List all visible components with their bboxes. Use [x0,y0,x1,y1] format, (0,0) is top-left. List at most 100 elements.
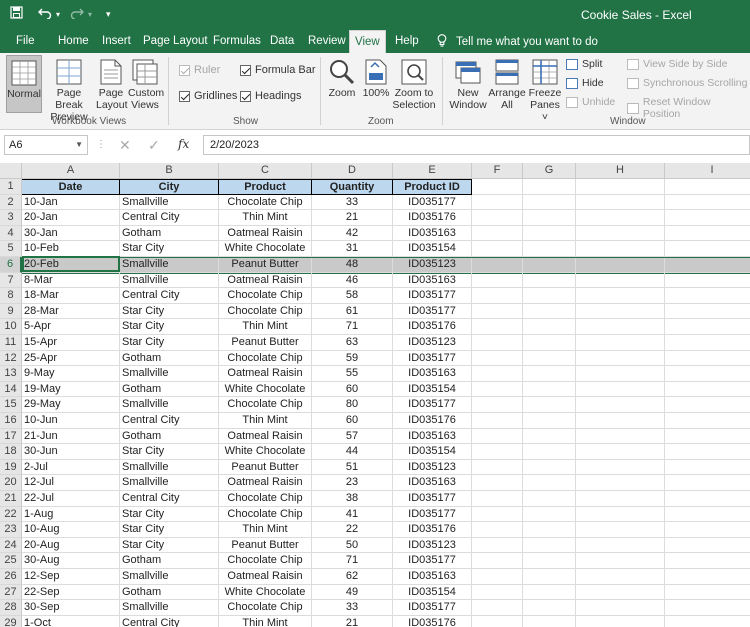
unhide-button[interactable]: Unhide [566,96,615,108]
empty-cell[interactable] [576,459,665,476]
table-cell[interactable]: 55 [312,366,393,382]
column-header-e[interactable]: E [393,163,472,179]
table-cell[interactable]: 80 [312,397,393,413]
table-cell[interactable]: 23 [312,475,393,491]
empty-cell[interactable] [472,459,523,476]
row-header[interactable]: 1 [0,179,22,195]
empty-cell[interactable] [576,335,665,351]
empty-cell[interactable] [576,225,665,242]
empty-cell[interactable] [523,584,576,601]
empty-cell[interactable] [576,397,665,413]
empty-cell[interactable] [665,553,750,569]
empty-cell[interactable] [472,319,523,335]
table-cell[interactable]: ID035177 [393,397,472,413]
table-cell[interactable]: Star City [120,506,219,523]
table-cell[interactable]: 29-May [22,397,120,413]
empty-cell[interactable] [523,413,576,429]
table-cell[interactable]: 20-Aug [22,537,120,554]
row-header[interactable]: 3 [0,210,22,226]
table-cell[interactable]: 60 [312,413,393,429]
empty-cell[interactable] [472,288,523,304]
empty-cell[interactable] [472,506,523,523]
empty-cell[interactable] [472,537,523,554]
row-header[interactable]: 21 [0,491,22,507]
empty-cell[interactable] [472,350,523,367]
empty-cell[interactable] [472,366,523,382]
insert-function-button[interactable]: fx [178,137,189,151]
table-cell[interactable]: 15-Apr [22,335,120,351]
table-cell[interactable]: Oatmeal Raisin [219,272,312,289]
column-header-a[interactable]: A [22,163,120,179]
row-header[interactable]: 20 [0,475,22,491]
table-cell[interactable]: Chocolate Chip [219,303,312,320]
row-header[interactable]: 18 [0,444,22,460]
empty-cell[interactable] [665,507,750,523]
table-cell[interactable]: Peanut Butter [219,537,312,554]
table-cell[interactable]: Chocolate Chip [219,350,312,367]
table-cell[interactable]: ID035176 [393,413,472,429]
page-layout-view-button[interactable]: Page Layout [96,59,128,111]
empty-cell[interactable] [523,225,576,242]
row-header[interactable]: 17 [0,428,22,445]
table-cell[interactable]: Oatmeal Raisin [219,475,312,491]
table-cell[interactable]: ID035176 [393,210,472,226]
empty-cell[interactable] [523,615,576,627]
empty-cell[interactable] [665,444,750,460]
empty-cell[interactable] [576,569,665,585]
empty-cell[interactable] [665,195,750,211]
empty-cell[interactable] [576,584,665,601]
table-cell[interactable]: 30-Jun [22,444,120,460]
table-cell[interactable]: 58 [312,288,393,304]
empty-cell[interactable] [665,491,750,507]
table-cell[interactable]: Peanut Butter [219,459,312,476]
empty-cell[interactable] [665,413,750,429]
tab-review[interactable]: Review [308,34,346,53]
table-cell[interactable]: ID035123 [393,257,472,273]
empty-cell[interactable] [472,179,523,195]
empty-cell[interactable] [523,444,576,460]
table-cell[interactable]: 33 [312,600,393,616]
table-header-cell[interactable]: Date [22,179,120,195]
row-header[interactable]: 29 [0,615,22,627]
empty-cell[interactable] [665,335,750,351]
empty-cell[interactable] [576,428,665,445]
empty-cell[interactable] [665,429,750,445]
table-cell[interactable]: 62 [312,569,393,585]
table-header-cell[interactable]: Product [219,179,312,195]
empty-cell[interactable] [472,257,523,273]
table-cell[interactable]: Smallville [120,475,219,491]
row-header[interactable]: 27 [0,584,22,601]
empty-cell[interactable] [523,210,576,226]
tab-insert[interactable]: Insert [102,34,131,53]
empty-cell[interactable] [523,491,576,507]
tab-view[interactable]: View [349,30,386,54]
empty-cell[interactable] [665,522,750,538]
empty-cell[interactable] [576,350,665,367]
table-cell[interactable]: ID035177 [393,303,472,320]
table-cell[interactable]: Oatmeal Raisin [219,366,312,382]
table-cell[interactable]: 60 [312,381,393,398]
empty-cell[interactable] [472,615,523,627]
table-cell[interactable]: 38 [312,491,393,507]
empty-cell[interactable] [523,319,576,335]
table-cell[interactable]: 28-Mar [22,303,120,320]
table-cell[interactable]: 48 [312,257,393,273]
synchronous-scrolling-button[interactable]: Synchronous Scrolling [627,77,747,89]
table-cell[interactable]: 20-Feb [22,257,120,273]
tab-file[interactable]: File [16,34,35,53]
row-header[interactable]: 14 [0,381,22,398]
table-cell[interactable]: 71 [312,319,393,335]
tab-data[interactable]: Data [270,34,294,53]
table-cell[interactable]: 22 [312,522,393,538]
table-cell[interactable]: Gotham [120,553,219,569]
table-cell[interactable]: ID035177 [393,491,472,507]
table-cell[interactable]: ID035176 [393,615,472,627]
normal-view-button[interactable]: Normal [6,55,42,113]
empty-cell[interactable] [576,537,665,554]
freeze-panes-button[interactable]: Freeze Panes ˅ [527,59,563,123]
row-header[interactable]: 7 [0,272,22,289]
empty-cell[interactable] [472,428,523,445]
table-cell[interactable]: ID035154 [393,241,472,257]
empty-cell[interactable] [576,366,665,382]
table-cell[interactable]: 9-May [22,366,120,382]
